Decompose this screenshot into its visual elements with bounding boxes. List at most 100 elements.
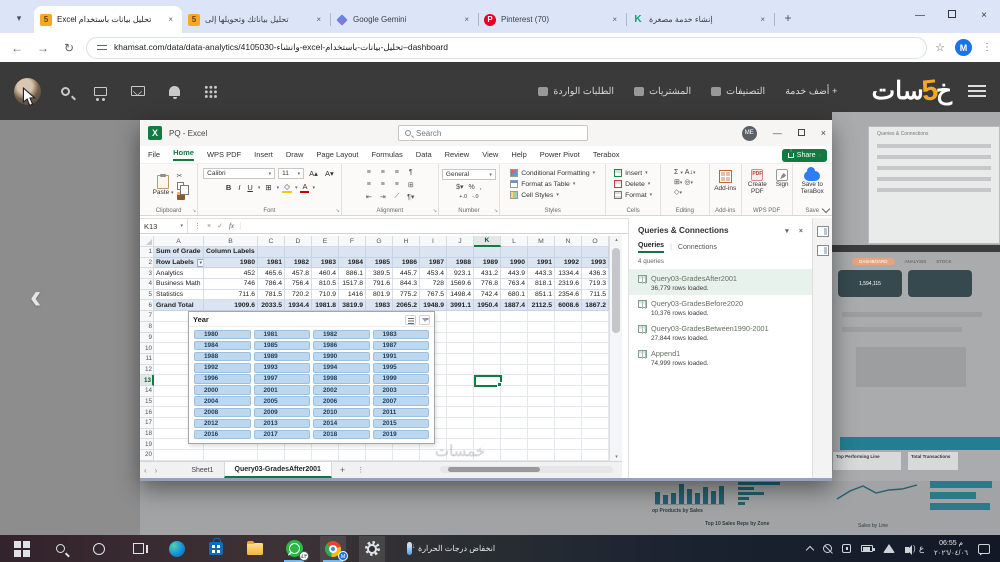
column-header-C[interactable]: C [258,236,285,247]
cell-B4[interactable]: 746 [204,279,258,290]
align-top-icon[interactable]: ≡ [367,169,371,176]
align-bottom-icon[interactable]: ≡ [395,169,399,176]
cell-A1[interactable]: Sum of Grade [154,247,204,258]
taskbar-search[interactable] [47,536,73,562]
cell-I2[interactable]: 1987 [420,258,447,269]
row-header-14[interactable]: 14 [140,386,154,397]
taskbar-whatsapp[interactable]: ٤٣ [281,536,307,562]
cell-M2[interactable]: 1991 [528,258,555,269]
taskbar-store[interactable] [203,536,229,562]
scroll-up-icon[interactable]: ▴ [610,237,623,243]
cell-O7[interactable] [582,311,609,322]
profile-avatar[interactable]: M [955,39,972,56]
cancel-icon[interactable]: × [207,223,211,230]
row-header-3[interactable]: 3 [140,268,154,279]
column-header-O[interactable]: O [582,236,609,247]
cell-K16[interactable] [474,407,501,418]
year-slicer[interactable]: Year 19801981198219831984198519861987198… [188,311,435,444]
cell-A4[interactable]: Business Math [154,279,204,290]
search-icon[interactable] [61,87,70,96]
cell-M13[interactable] [528,375,555,386]
nav-item-add-service[interactable]: + أضف خدمة [785,86,837,97]
back-icon[interactable]: ← [8,41,26,55]
row-header-10[interactable]: 10 [140,343,154,354]
row-header-4[interactable]: 4 [140,279,154,290]
cell-O5[interactable]: 711.5 [582,290,609,301]
tray-chevron-up-icon[interactable] [806,546,814,554]
align-left-icon[interactable]: ≡ [367,181,371,188]
cell-M20[interactable] [528,450,555,461]
currency-icon[interactable]: $▾ [456,183,463,191]
panel-chevron-down-icon[interactable]: ▾ [785,228,789,235]
sheet-next-icon[interactable]: › [151,466,162,475]
cell-J14[interactable] [447,386,474,397]
cell-M18[interactable] [528,429,555,440]
cell-D4[interactable]: 756.4 [285,279,312,290]
cell-L9[interactable] [501,333,528,344]
row-header-20[interactable]: 20 [140,450,154,461]
slicer-item-2011[interactable]: 2011 [373,408,430,417]
panel-tab-connections[interactable]: Connections [678,244,717,251]
cell-N3[interactable]: 1334.4 [555,268,582,279]
taskbar-settings[interactable] [359,536,385,562]
cell-C6[interactable]: 2033.5 [258,300,285,311]
text-direction-icon[interactable]: ¶▾ [407,193,414,201]
cell-M17[interactable] [528,418,555,429]
cell-E20[interactable] [312,450,339,461]
mail-icon[interactable] [131,86,145,96]
column-header-F[interactable]: F [339,236,366,247]
cell-N16[interactable] [555,407,582,418]
cell-B1[interactable]: Column Labels▾ [204,247,258,258]
forward-icon[interactable]: → [34,41,52,55]
cell-K7[interactable] [474,311,501,322]
cell-C1[interactable] [258,247,285,258]
clear-filter-icon[interactable] [419,315,430,325]
dialog-launcher-icon[interactable]: ↘ [433,208,437,214]
slicer-item-1980[interactable]: 1980 [194,330,251,339]
close-icon[interactable]: × [968,10,1000,21]
taskbar-cortana[interactable] [86,536,112,562]
menu-tab-draw[interactable]: Draw [286,150,304,159]
cell-K18[interactable] [474,429,501,440]
align-center-icon[interactable]: ≡ [381,181,385,188]
cell-K17[interactable] [474,418,501,429]
apps-grid-icon[interactable] [204,85,217,98]
slicer-item-2016[interactable]: 2016 [194,430,251,439]
browser-tab[interactable]: Kإنشاء خدمة مصغرة× [626,6,774,33]
row-header-17[interactable]: 17 [140,418,154,429]
cell-M8[interactable] [528,322,555,333]
cell-O4[interactable]: 719.3 [582,279,609,290]
cell-L10[interactable] [501,343,528,354]
cell-H6[interactable]: 2065.2 [393,300,420,311]
cell-L12[interactable] [501,365,528,376]
menu-tab-review[interactable]: Review [445,150,470,159]
cell-K8[interactable] [474,322,501,333]
font-color-icon[interactable]: A [300,182,309,193]
menu-tab-file[interactable]: File [148,150,160,159]
slicer-item-1982[interactable]: 1982 [313,330,370,339]
cell-J2[interactable]: 1988 [447,258,474,269]
column-header-N[interactable]: N [555,236,582,247]
cell-O17[interactable] [582,418,609,429]
scroll-down-icon[interactable]: ▾ [610,454,623,460]
sign-button[interactable]: Sign [776,169,789,196]
new-sheet-icon[interactable]: + [332,465,353,475]
cell-G4[interactable]: 791.6 [366,279,393,290]
slicer-item-2002[interactable]: 2002 [313,385,370,394]
underline-button[interactable]: U [245,183,254,192]
row-header-5[interactable]: 5 [140,290,154,301]
cell-J12[interactable] [447,365,474,376]
cell-N14[interactable] [555,386,582,397]
cell-K11[interactable] [474,354,501,365]
font-name-select[interactable]: Calibri▾ [203,168,275,179]
slicer-item-1994[interactable]: 1994 [313,363,370,372]
cell-J10[interactable] [447,343,474,354]
column-header-J[interactable]: J [447,236,474,247]
cell-M14[interactable] [528,386,555,397]
alarm-icon[interactable] [842,544,851,553]
cell-H1[interactable] [393,247,420,258]
slicer-item-1984[interactable]: 1984 [194,341,251,350]
cell-L20[interactable] [501,450,528,461]
cell-E2[interactable]: 1983 [312,258,339,269]
cell-O15[interactable] [582,397,609,408]
